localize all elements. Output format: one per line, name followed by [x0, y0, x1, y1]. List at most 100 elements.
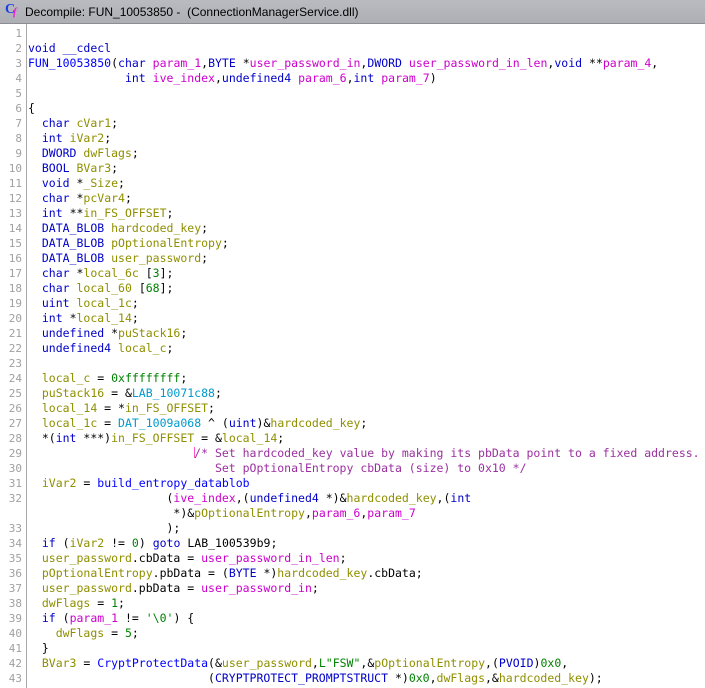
code-line-content[interactable]: char local_60 [68];	[24, 281, 705, 296]
code-line-content[interactable]: FUN_10053850(char param_1,BYTE *user_pas…	[24, 56, 705, 71]
code-line-content[interactable]: DATA_BLOB user_password;	[24, 251, 705, 266]
code-line[interactable]: 42 BVar3 = CryptProtectData(&user_passwo…	[0, 656, 705, 671]
code-line-content[interactable]: char *pcVar4;	[24, 191, 705, 206]
code-line-content[interactable]: int **in_FS_OFFSET;	[24, 206, 705, 221]
code-line-content[interactable]: BVar3 = CryptProtectData(&user_password,…	[24, 656, 705, 671]
code-line[interactable]: 3 FUN_10053850(char param_1,BYTE *user_pa…	[0, 56, 705, 71]
code-line-content[interactable]: pOptionalEntropy.pbData = (BYTE *)hardco…	[24, 566, 705, 581]
code-line-content[interactable]: (CRYPTPROTECT_PROMPTSTRUCT *)0x0,dwFlags…	[24, 671, 705, 686]
code-line[interactable]: 26 local_14 = *in_FS_OFFSET;	[0, 401, 705, 416]
code-line-content[interactable]: char cVar1;	[24, 116, 705, 131]
code-line[interactable]: 21 undefined *puStack16;	[0, 326, 705, 341]
code-line-content[interactable]: if (iVar2 != 0) goto LAB_100539b9;	[24, 536, 705, 551]
code-line-content[interactable]: dwFlags = 5;	[24, 626, 705, 641]
code-line[interactable]: 23	[0, 356, 705, 371]
code-line[interactable]: 31 iVar2 = build_entropy_datablob	[0, 476, 705, 491]
decompiler-code-area[interactable]: 1 2 void __cdecl 3 FUN_10053850(char param_1…	[0, 24, 705, 688]
code-line-content[interactable]	[24, 86, 705, 101]
code-line-content[interactable]: dwFlags = 1;	[24, 596, 705, 611]
code-line-content[interactable]: }	[24, 641, 705, 656]
window-titlebar[interactable]: C f Decompile: FUN_10053850 - (Connectio…	[0, 0, 705, 24]
code-line[interactable]: 10 BOOL BVar3;	[0, 161, 705, 176]
code-line[interactable]: 17 char *local_6c [3];	[0, 266, 705, 281]
code-line[interactable]: 9 DWORD dwFlags;	[0, 146, 705, 161]
code-line-content[interactable]: local_1c = DAT_1009a068 ^ (uint)&hardcod…	[24, 416, 705, 431]
code-line[interactable]: 16 DATA_BLOB user_password;	[0, 251, 705, 266]
code-line-content[interactable]: DATA_BLOB pOptionalEntropy;	[24, 236, 705, 251]
code-line[interactable]: 36 pOptionalEntropy.pbData = (BYTE *)har…	[0, 566, 705, 581]
code-line[interactable]: 27 local_1c = DAT_1009a068 ^ (uint)&hard…	[0, 416, 705, 431]
code-line[interactable]: 13 int **in_FS_OFFSET;	[0, 206, 705, 221]
token-kw: DATA_BLOB	[41, 236, 105, 250]
code-line[interactable]: 8 int iVar2;	[0, 131, 705, 146]
code-line[interactable]: 28 *(int ***)in_FS_OFFSET = &local_14;	[0, 431, 705, 446]
code-line[interactable]: 41 }	[0, 641, 705, 656]
code-line[interactable]: 7 char cVar1;	[0, 116, 705, 131]
code-line-content[interactable]: DATA_BLOB hardcoded_key;	[24, 221, 705, 236]
code-line-content[interactable]: local_14 = *in_FS_OFFSET;	[24, 401, 705, 416]
code-line[interactable]: 37 user_password.pbData = user_password_…	[0, 581, 705, 596]
code-line[interactable]: 19 uint local_1c;	[0, 296, 705, 311]
code-line-content[interactable]: char *local_6c [3];	[24, 266, 705, 281]
code-line[interactable]: 38 dwFlags = 1;	[0, 596, 705, 611]
code-line[interactable]: 15 DATA_BLOB pOptionalEntropy;	[0, 236, 705, 251]
code-line[interactable]: 5	[0, 86, 705, 101]
code-line[interactable]: 32 (ive_index,(undefined4 *)&hardcoded_k…	[0, 491, 705, 506]
code-line[interactable]: 25 puStack16 = &LAB_10071c88;	[0, 386, 705, 401]
code-line-content[interactable]: *)&pOptionalEntropy,param_6,param_7	[24, 506, 705, 521]
line-number: 3	[15, 57, 22, 70]
code-line-content[interactable]: uint local_1c;	[24, 296, 705, 311]
code-line-content[interactable]	[24, 356, 705, 371]
code-line-content[interactable]: void *_Size;	[24, 176, 705, 191]
code-line[interactable]: 22 undefined4 local_c;	[0, 341, 705, 356]
code-line[interactable]: 12 char *pcVar4;	[0, 191, 705, 206]
code-line[interactable]: 39 if (param_1 != '\0') {	[0, 611, 705, 626]
token-plain: (	[111, 56, 119, 70]
code-line-content[interactable]: (ive_index,(undefined4 *)&hardcoded_key,…	[24, 491, 705, 506]
code-line-content[interactable]: );	[24, 521, 705, 536]
token-var: dwFlags	[436, 671, 485, 685]
code-line-content[interactable]: int ive_index,undefined4 param_6,int par…	[24, 71, 705, 86]
token-plain: ;	[131, 296, 139, 310]
code-line-content[interactable]: {	[24, 101, 705, 116]
code-line[interactable]: 24 local_c = 0xffffffff;	[0, 371, 705, 386]
code-line-content[interactable]: user_password.pbData = user_password_in;	[24, 581, 705, 596]
code-line[interactable]: 30 Set pOptionalEntropy cbData (size) to…	[0, 461, 705, 476]
code-line[interactable]: 6{	[0, 101, 705, 116]
code-line-content[interactable]: *(int ***)in_FS_OFFSET = &local_14;	[24, 431, 705, 446]
code-line[interactable]: 40 dwFlags = 5;	[0, 626, 705, 641]
code-line[interactable]: 11 void *_Size;	[0, 176, 705, 191]
code-line[interactable]: 18 char local_60 [68];	[0, 281, 705, 296]
code-line[interactable]: *)&pOptionalEntropy,param_6,param_7	[0, 506, 705, 521]
code-line-content[interactable]: undefined4 local_c;	[24, 341, 705, 356]
code-line-content[interactable]: iVar2 = build_entropy_datablob	[24, 476, 705, 491]
code-line[interactable]: 33 );	[0, 521, 705, 536]
code-line-content[interactable]: user_password.cbData = user_password_in_…	[24, 551, 705, 566]
code-line-content[interactable]: puStack16 = &LAB_10071c88;	[24, 386, 705, 401]
code-line[interactable]: 14 DATA_BLOB hardcoded_key;	[0, 221, 705, 236]
code-line-content[interactable]: int iVar2;	[24, 131, 705, 146]
code-line[interactable]: 20 int *local_14;	[0, 311, 705, 326]
code-line-content[interactable]: /* Set hardcoded_key value by making its…	[24, 446, 705, 461]
token-kw: DWORD	[41, 146, 77, 160]
code-line-content[interactable]: Set pOptionalEntropy cbData (size) to 0x…	[24, 461, 705, 476]
code-line-content[interactable]: int *local_14;	[24, 311, 705, 326]
code-line[interactable]: 43 (CRYPTPROTECT_PROMPTSTRUCT *)0x0,dwFl…	[0, 671, 705, 686]
code-line[interactable]: 34 if (iVar2 != 0) goto LAB_100539b9;	[0, 536, 705, 551]
token-plain: ;	[339, 551, 347, 565]
code-line[interactable]: 2 void __cdecl	[0, 41, 705, 56]
code-line-content[interactable]: BOOL BVar3;	[24, 161, 705, 176]
code-line-content[interactable]: local_c = 0xffffffff;	[24, 371, 705, 386]
code-line[interactable]: 4 int ive_index,undefined4 param_6,int p…	[0, 71, 705, 86]
code-line-content[interactable]: undefined *puStack16;	[24, 326, 705, 341]
code-line-content[interactable]: if (param_1 != '\0') {	[24, 611, 705, 626]
code-line-content[interactable]: DWORD dwFlags;	[24, 146, 705, 161]
code-line-content[interactable]: void __cdecl	[24, 41, 705, 56]
code-line[interactable]: 29 /* Set hardcoded_key value by making …	[0, 446, 705, 461]
code-line[interactable]: 1	[0, 26, 705, 41]
code-line-content[interactable]	[24, 26, 705, 41]
code-line[interactable]: 35 user_password.cbData = user_password_…	[0, 551, 705, 566]
